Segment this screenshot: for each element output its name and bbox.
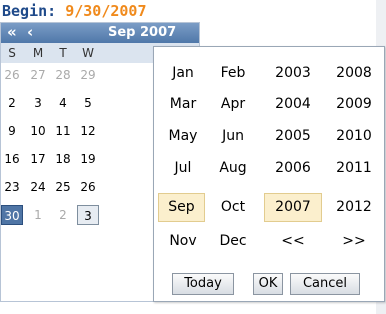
weekday-label: T xyxy=(59,46,67,60)
weekday-label: M xyxy=(32,46,44,60)
calendar-day[interactable]: 23 xyxy=(1,177,23,197)
prev-month-button[interactable]: ‹ xyxy=(27,23,33,42)
month-option-jan[interactable]: Jan xyxy=(158,59,208,88)
ok-button[interactable]: OK xyxy=(253,273,283,295)
month-year-picker: Jan Mar May Jul Sep Nov Feb Apr Jun Aug … xyxy=(153,46,385,302)
year-option-2003[interactable]: 2003 xyxy=(264,59,322,88)
month-option-oct[interactable]: Oct xyxy=(208,193,258,222)
calendar-day[interactable]: 19 xyxy=(77,149,99,169)
month-option-feb[interactable]: Feb xyxy=(208,59,258,88)
year-option-2006[interactable]: 2006 xyxy=(264,154,322,183)
calendar-day[interactable]: 12 xyxy=(77,121,99,141)
year-option-2011[interactable]: 2011 xyxy=(326,154,382,183)
year-option-2012[interactable]: 2012 xyxy=(326,193,382,222)
calendar-day[interactable]: 24 xyxy=(27,177,49,197)
begin-label: Begin: xyxy=(2,2,57,20)
calendar-day-selected[interactable]: 30 xyxy=(1,205,23,225)
month-option-jun[interactable]: Jun xyxy=(208,122,258,151)
weekday-label: S xyxy=(8,46,16,60)
calendar-day[interactable]: 16 xyxy=(1,149,23,169)
month-option-nov[interactable]: Nov xyxy=(158,227,208,256)
calendar-day[interactable]: 25 xyxy=(52,177,74,197)
begin-date-field[interactable]: Begin: 9/30/2007 xyxy=(2,0,147,22)
month-option-sep[interactable]: Sep xyxy=(158,193,205,222)
next-month-button[interactable]: › xyxy=(253,23,259,42)
year-option-2007[interactable]: 2007 xyxy=(264,193,322,222)
calendar-day[interactable]: 27 xyxy=(27,65,49,85)
year-option-2010[interactable]: 2010 xyxy=(326,122,382,151)
calendar-day[interactable]: 29 xyxy=(77,65,99,85)
calendar-day[interactable]: 11 xyxy=(52,121,74,141)
month-year-title[interactable]: Sep 2007 xyxy=(108,23,176,43)
month-option-mar[interactable]: Mar xyxy=(158,90,208,119)
month-option-dec[interactable]: Dec xyxy=(208,227,258,256)
prev-years-button[interactable]: << xyxy=(264,227,322,256)
calendar-day[interactable]: 3 xyxy=(77,205,99,225)
calendar-day[interactable]: 10 xyxy=(27,121,49,141)
year-option-2005[interactable]: 2005 xyxy=(264,122,322,151)
calendar-day[interactable]: 2 xyxy=(52,205,74,225)
prev-year-button[interactable]: « xyxy=(7,23,17,42)
calendar-day[interactable]: 28 xyxy=(52,65,74,85)
month-option-may[interactable]: May xyxy=(158,122,208,151)
calendar-day[interactable]: 26 xyxy=(77,177,99,197)
cancel-button[interactable]: Cancel xyxy=(290,273,360,295)
calendar-day[interactable]: 18 xyxy=(52,149,74,169)
next-year-button[interactable]: » xyxy=(273,23,283,42)
calendar-day[interactable]: 4 xyxy=(52,93,74,113)
calendar-header: « ‹ Sep 2007 › » xyxy=(1,23,283,43)
month-option-aug[interactable]: Aug xyxy=(208,154,258,183)
calendar-day[interactable]: 17 xyxy=(27,149,49,169)
calendar-day[interactable]: 5 xyxy=(77,93,99,113)
weekday-label: W xyxy=(82,46,94,60)
next-years-button[interactable]: >> xyxy=(326,227,382,256)
year-option-2004[interactable]: 2004 xyxy=(264,90,322,119)
today-button[interactable]: Today xyxy=(172,273,234,295)
year-option-2009[interactable]: 2009 xyxy=(326,90,382,119)
year-option-2008[interactable]: 2008 xyxy=(326,59,382,88)
calendar-day[interactable]: 1 xyxy=(27,205,49,225)
begin-date-value[interactable]: 9/30/2007 xyxy=(65,2,146,20)
calendar-day[interactable]: 2 xyxy=(1,93,23,113)
month-option-apr[interactable]: Apr xyxy=(208,90,258,119)
month-option-jul[interactable]: Jul xyxy=(158,154,208,183)
calendar-day[interactable]: 3 xyxy=(27,93,49,113)
calendar-day[interactable]: 26 xyxy=(1,65,23,85)
calendar-day[interactable]: 9 xyxy=(1,121,23,141)
